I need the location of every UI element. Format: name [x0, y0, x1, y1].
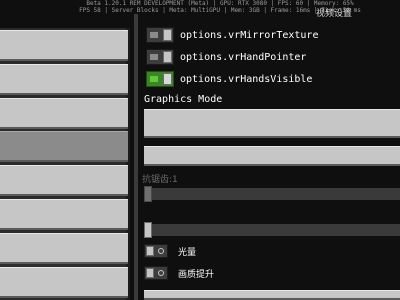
graphics-mode-dropdown[interactable] [144, 109, 400, 138]
vr-mirror-texture-row: options.vrMirrorTexture [146, 26, 318, 44]
sidebar-tab-8[interactable] [0, 267, 128, 298]
vr-hand-pointer-label: options.vrHandPointer [180, 51, 307, 63]
sidebar-tab-5[interactable] [0, 165, 128, 196]
upscaling-toggle[interactable] [144, 266, 168, 280]
secondary-slider-handle[interactable] [144, 222, 152, 238]
graphics-mode-label: Graphics Mode [144, 94, 223, 105]
sidebar-tab-6[interactable] [0, 199, 128, 230]
lighting-label: 光量 [178, 247, 197, 258]
video-settings-panel: options.vrMirrorTexture options.vrHandPo… [138, 14, 400, 300]
antialiasing-slider-handle[interactable] [144, 186, 152, 202]
upscaling-label: 画质提升 [178, 269, 215, 280]
antialiasing-label: 抗锯齿:1 [142, 175, 178, 185]
settings-sidebar [0, 28, 130, 300]
toggle-knob [146, 268, 154, 278]
vr-hand-pointer-toggle[interactable] [146, 49, 174, 65]
toggle-pip-icon [150, 76, 158, 82]
sidebar-tab-video-selected[interactable] [0, 131, 128, 162]
upscaling-row: 画质提升 [144, 265, 214, 281]
vr-mirror-texture-toggle[interactable] [146, 27, 174, 43]
toggle-knob [146, 246, 154, 256]
toggle-off-ring-icon [158, 248, 164, 254]
toggle-pip-icon [150, 54, 158, 60]
vr-hand-pointer-row: options.vrHandPointer [146, 48, 306, 66]
sidebar-tab-7[interactable] [0, 233, 128, 264]
antialiasing-slider[interactable] [144, 188, 400, 200]
vr-hands-visible-label: options.vrHandsVisible [180, 73, 313, 85]
vr-hands-visible-toggle[interactable] [146, 71, 174, 87]
sidebar-tab-2[interactable] [0, 64, 128, 95]
sidebar-tab-1[interactable] [0, 30, 128, 61]
bottom-setting-field[interactable] [144, 290, 400, 300]
lighting-toggle[interactable] [144, 244, 168, 258]
vr-mirror-texture-label: options.vrMirrorTexture [180, 29, 319, 41]
toggle-knob [163, 29, 172, 41]
toggle-pip-icon [150, 32, 158, 38]
vr-hands-visible-row: options.vrHandsVisible [146, 70, 312, 88]
toggle-off-ring-icon [158, 270, 164, 276]
secondary-slider[interactable] [144, 224, 400, 236]
toggle-knob [163, 73, 172, 85]
lighting-row: 光量 [144, 243, 196, 259]
graphics-mode-field[interactable] [144, 146, 400, 166]
toggle-knob [163, 51, 172, 63]
sidebar-tab-3[interactable] [0, 98, 128, 129]
